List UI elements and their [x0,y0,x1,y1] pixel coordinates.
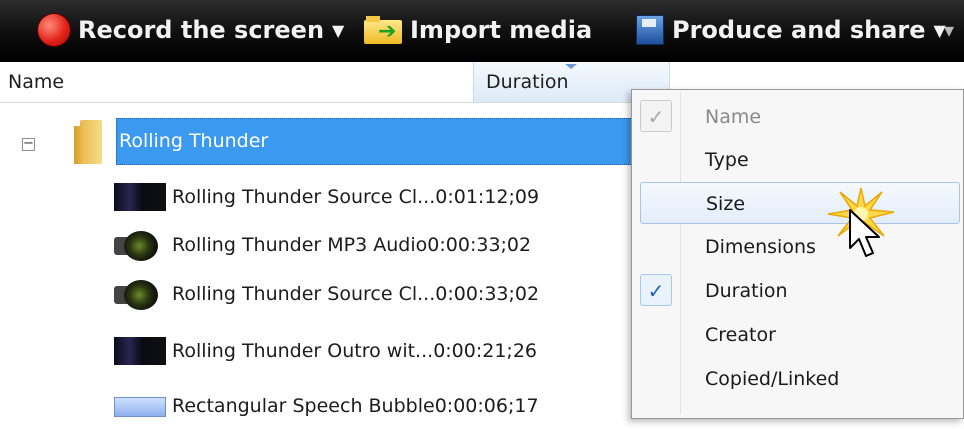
item-name: Rolling Thunder Source Cl... [172,186,436,208]
collapse-icon[interactable]: − [22,137,35,151]
menu-item-duration[interactable]: ✓ Duration [634,270,961,312]
chevron-down-icon: ▼ [332,20,345,40]
menu-item-type[interactable]: Type [634,139,961,181]
toolbar-overflow-icon[interactable]: ▾ [944,18,954,42]
list-item[interactable]: Rolling Thunder Source Cl...0:01:12;09 [0,174,640,220]
menu-item-name[interactable]: ✓ Name [634,96,961,138]
list-item[interactable]: Rolling Thunder Source Cl...0:00:33;02 [0,271,640,317]
folder-import-icon: ➔ [364,16,402,44]
import-media-label: Import media [410,16,593,44]
callout-icon [114,397,166,417]
record-screen-label: Record the screen [78,16,325,44]
menu-item-dimensions[interactable]: Dimensions [634,226,961,268]
item-duration: 0:00:06;17 [434,395,539,417]
menu-item-size[interactable]: Size [640,182,960,224]
produce-share-label: Produce and share [672,16,926,44]
menu-item-label: Copied/Linked [705,368,840,390]
folder-name: Rolling Thunder [119,130,269,152]
list-item[interactable]: Rolling Thunder Outro wit...0:00:21;26 [0,328,640,374]
menu-item-label: Duration [705,280,788,302]
list-item[interactable]: Rectangular Speech Bubble0:00:06;17 [0,383,640,429]
menu-item-label: Name [705,106,762,128]
list-item[interactable]: Rolling Thunder MP3 Audio0:00:33;02 [0,222,640,268]
menu-item-creator[interactable]: Creator [634,314,961,356]
column-context-menu: ✓ Name Type Size Dimensions ✓ Duration C… [631,89,964,419]
record-dot-icon [38,14,70,46]
menu-item-label: Type [705,149,749,171]
disk-icon [636,15,664,45]
menu-item-label: Creator [705,324,776,346]
item-name: Rectangular Speech Bubble [172,395,435,417]
item-name: Rolling Thunder MP3 Audio [172,234,428,256]
item-duration: 0:00:33;02 [427,234,532,256]
column-header-name[interactable]: Name [8,62,64,102]
toolbar: Record the screen ▼ ➔ Import media Produ… [0,0,964,62]
video-thumbnail-icon [114,183,166,211]
record-screen-button[interactable]: Record the screen ▼ [38,10,344,50]
folder-icon [74,120,102,164]
speaker-icon [114,280,166,310]
item-name: Rolling Thunder Source Cl... [172,283,436,305]
menu-item-label: Dimensions [705,236,816,258]
import-media-button[interactable]: ➔ Import media [364,10,592,50]
mouse-cursor-icon [849,209,880,257]
checkmark-icon: ✓ [640,100,672,132]
video-thumbnail-icon [114,337,166,365]
menu-item-label: Size [706,193,746,215]
item-duration: 0:00:33;02 [435,283,540,305]
sort-indicator-icon [565,64,577,69]
folder-row-selected[interactable]: Rolling Thunder [116,118,641,165]
produce-share-button[interactable]: Produce and share ▼ [636,10,946,50]
item-name: Rolling Thunder Outro wit... [172,340,434,362]
checkmark-icon: ✓ [640,274,672,306]
item-duration: 0:00:21;26 [433,340,538,362]
speaker-icon [114,231,166,261]
item-duration: 0:01:12;09 [435,186,540,208]
menu-item-copied-linked[interactable]: Copied/Linked [634,358,961,400]
